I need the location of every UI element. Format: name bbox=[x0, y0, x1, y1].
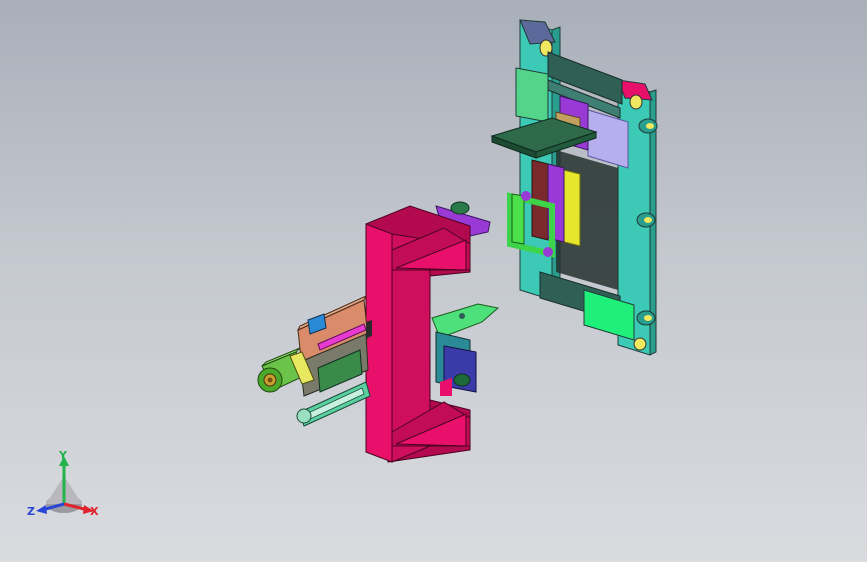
column-top-knob bbox=[450, 201, 470, 215]
frame-right-cap-hole bbox=[629, 94, 643, 110]
actuator-lower-rail-inner bbox=[305, 387, 365, 421]
frame-left-post bbox=[519, 19, 553, 301]
reference-triad[interactable]: Y X Z bbox=[26, 448, 106, 524]
triad-y-label: Y bbox=[59, 449, 67, 462]
triad-x-label: X bbox=[90, 505, 99, 518]
frame-assembly[interactable] bbox=[490, 19, 658, 356]
assembly-model[interactable] bbox=[0, 0, 867, 562]
mech-rail-right bbox=[563, 169, 581, 247]
triad-z-label: Z bbox=[27, 505, 35, 518]
column-front-face bbox=[365, 223, 393, 463]
cad-graphics-viewport[interactable]: Y X Z bbox=[0, 0, 867, 562]
mech-green-bracket-fill bbox=[511, 193, 525, 245]
frame-green-plate-upper bbox=[515, 67, 549, 123]
linear-actuator-assembly[interactable] bbox=[257, 294, 372, 427]
pink-column-assembly[interactable] bbox=[365, 201, 500, 463]
